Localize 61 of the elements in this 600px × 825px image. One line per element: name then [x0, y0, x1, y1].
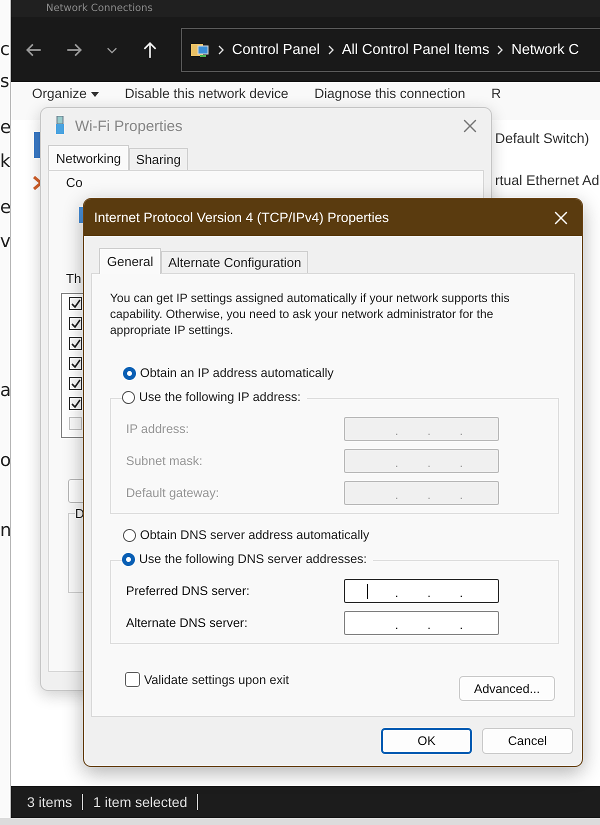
cut-off-text: c: [0, 40, 10, 60]
status-text: 3 items: [27, 794, 84, 810]
up-arrow-icon[interactable]: [141, 40, 159, 58]
radio-option[interactable]: Obtain DNS server address automatically: [123, 528, 559, 542]
section-label: Th: [66, 271, 82, 286]
cut-off-text: v: [0, 232, 10, 252]
checkbox[interactable]: [69, 297, 82, 310]
toolbar-command[interactable]: Organize: [32, 86, 99, 102]
dialog-title: Internet Protocol Version 4 (TCP/IPv4) Properties: [94, 210, 390, 225]
advanced-button[interactable]: Advanced...: [458, 676, 555, 701]
radio-button[interactable]: [123, 528, 136, 542]
checkbox[interactable]: [69, 337, 82, 350]
checkbox[interactable]: [125, 672, 140, 687]
cancel-button[interactable]: Cancel: [482, 728, 573, 754]
cut-off-text: n: [0, 521, 10, 541]
chevron-right-icon: [218, 44, 224, 54]
section-label: Co: [66, 175, 83, 190]
cut-off-text: k: [0, 152, 10, 172]
ok-button[interactable]: OK: [381, 728, 472, 754]
checkbox[interactable]: [69, 397, 82, 410]
connection-name[interactable]: rtual Ethernet Ad: [495, 172, 600, 188]
field-label: Preferred DNS server:: [126, 584, 251, 598]
connection-name[interactable]: Default Switch): [495, 130, 590, 146]
breadcrumb-item[interactable]: Network C: [511, 42, 580, 58]
dialog-tab[interactable]: Sharing: [129, 148, 188, 170]
cut-off-text: o: [0, 451, 10, 471]
dialog-tab[interactable]: Alternate Configuration: [161, 251, 308, 273]
field-label: Alternate DNS server:: [126, 616, 249, 630]
chevron-right-icon: [328, 44, 334, 54]
radio-button[interactable]: [122, 552, 135, 566]
radio-button[interactable]: [123, 366, 136, 380]
address-bar[interactable]: Control Panel All Control Panel Items Network C: [181, 28, 600, 72]
dropdown-caret-icon[interactable]: [90, 92, 99, 96]
field-label: IP address:: [126, 422, 190, 436]
dialog-tab[interactable]: Networking: [48, 145, 130, 171]
cut-off-text: e: [0, 198, 10, 218]
ip-address-field[interactable]: . . .: [344, 579, 499, 603]
usb-adapter-icon: [55, 116, 65, 136]
field-label: Default gateway:: [126, 486, 220, 500]
ip-address-field[interactable]: . . .: [344, 611, 499, 635]
field-label: Subnet mask:: [126, 454, 204, 468]
checkbox[interactable]: [69, 377, 82, 390]
radio-button[interactable]: [122, 390, 135, 404]
checkbox-option[interactable]: Validate settings upon exit: [125, 672, 290, 687]
window-title: Network Connections: [46, 2, 153, 14]
checkbox[interactable]: [69, 357, 82, 370]
cut-off-text: s: [0, 72, 10, 92]
cut-off-text: a: [0, 381, 10, 401]
status-text: 1 item selected: [93, 794, 198, 810]
checkbox[interactable]: [69, 317, 82, 330]
breadcrumb-item[interactable]: All Control Panel Items: [342, 42, 490, 58]
description-text: You can get IP settings assigned automatically if your network supports this capability. Otherwise, you need to ask your network administrator for the appropriate IP settings.: [110, 290, 511, 338]
toolbar-command[interactable]: Disable this network device: [124, 86, 288, 102]
toolbar-command[interactable]: Diagnose this connection: [314, 86, 466, 102]
toolbar-command[interactable]: R: [491, 86, 501, 102]
dialog-title: Wi-Fi Properties: [75, 118, 184, 134]
radio-option[interactable]: Obtain an IP address automatically: [123, 366, 559, 380]
chevron-right-icon: [497, 44, 504, 54]
breadcrumb-item[interactable]: Control Panel: [232, 42, 320, 58]
cut-off-text: e: [0, 118, 10, 138]
dialog-tab[interactable]: General: [99, 248, 162, 274]
